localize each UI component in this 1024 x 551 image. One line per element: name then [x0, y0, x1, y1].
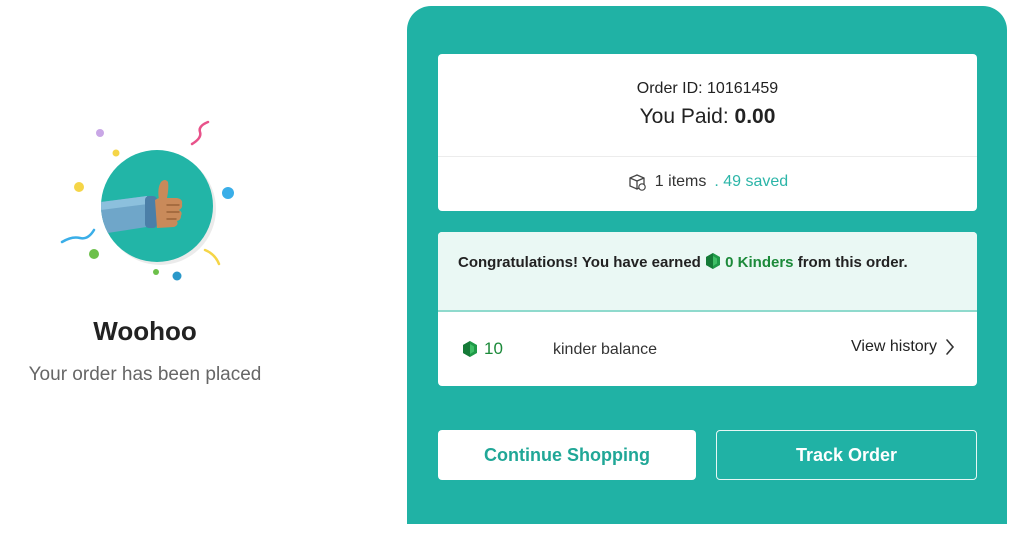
kinder-balance-row: 10 kinder balance View history [438, 312, 977, 386]
kinder-balance: 10 [462, 339, 503, 359]
chevron-right-icon [946, 339, 955, 355]
kinder-gem-icon [706, 253, 720, 269]
kinder-rewards-card: Congratulations! You have earned 0 Kinde… [438, 232, 977, 386]
order-confirmation: Woohoo Your order has been placed [0, 0, 290, 551]
celebration-illustration [50, 120, 250, 290]
congrats-message: Congratulations! You have earned 0 Kinde… [458, 252, 928, 274]
thumbs-up-icon [101, 180, 183, 234]
continue-shopping-button[interactable]: Continue Shopping [438, 430, 696, 480]
saved-amount: . 49 saved [714, 173, 789, 190]
order-details-card: Order ID: 10161459 You Paid: 0.00 1 item… [438, 54, 977, 211]
kinder-balance-label: kinder balance [553, 341, 658, 358]
congrats-prefix: Congratulations! You have earned [458, 254, 701, 271]
kinders-earned: 0 Kinders [725, 254, 794, 271]
track-order-button[interactable]: Track Order [716, 430, 977, 480]
package-icon [629, 174, 646, 191]
congrats-suffix: from this order. [797, 254, 908, 271]
paid-label: You Paid: [639, 105, 735, 128]
items-summary: 1 items . 49 saved [438, 172, 977, 192]
kinder-congrats-banner: Congratulations! You have earned 0 Kinde… [438, 232, 977, 312]
thumbs-up-badge [101, 150, 213, 262]
confirmation-subtext: Your order has been placed [28, 364, 262, 385]
kinder-balance-value: 10 [484, 339, 503, 358]
confirmation-heading: Woohoo [93, 316, 197, 346]
kinder-gem-icon [463, 341, 477, 357]
view-history-label: View history [851, 338, 937, 355]
paid-amount: 0.00 [734, 105, 776, 128]
order-summary-panel: Order ID: 10161459 You Paid: 0.00 1 item… [407, 6, 1007, 524]
amount-paid: You Paid: 0.00 [438, 105, 977, 129]
items-count: 1 items [654, 173, 707, 190]
view-history-link[interactable]: View history [851, 338, 955, 356]
order-id: Order ID: 10161459 [636, 80, 779, 97]
divider [438, 156, 977, 157]
